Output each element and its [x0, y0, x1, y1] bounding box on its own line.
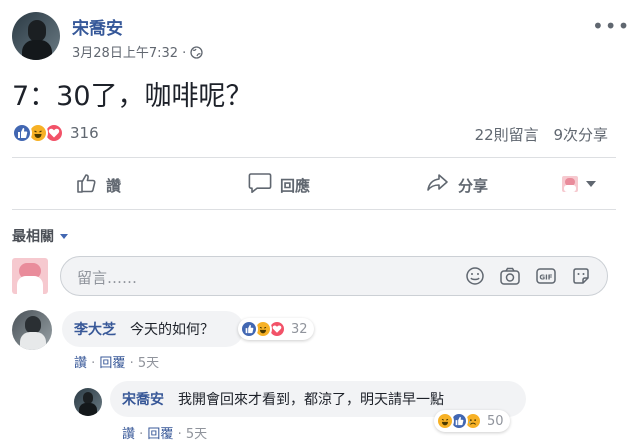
comment-button-label: 回應 — [280, 176, 311, 195]
share-arrow-icon — [426, 172, 450, 198]
post-timestamp[interactable]: 3月28日上午7:32 · — [72, 46, 190, 61]
reply-reactions[interactable]: 50 — [434, 410, 510, 432]
like-reaction-icon — [12, 123, 32, 143]
commenter-avatar[interactable] — [12, 310, 52, 350]
comment-input[interactable]: 留言…… GIF — [60, 256, 608, 296]
emoji-icon[interactable] — [465, 266, 485, 290]
share-count[interactable]: 9次分享 — [553, 126, 608, 144]
comment-text: 今天的如何？ — [130, 322, 214, 338]
post-timestamp-row: 3月28日上午7:32 · — [72, 42, 204, 63]
post-text: 7：30了，咖啡呢？ — [12, 81, 253, 112]
comment-sort-dropdown[interactable]: 最相關 — [12, 226, 68, 246]
reply-meta-dot: · — [177, 427, 186, 442]
like-reaction-icon — [240, 320, 258, 338]
like-button[interactable]: 讚 — [76, 172, 121, 198]
reply-author-avatar[interactable] — [74, 388, 102, 416]
comment-bubble: 李大芝 今天的如何？ — [62, 311, 244, 347]
reaction-count: 316 — [70, 124, 99, 142]
comment-reactions[interactable]: 32 — [238, 318, 314, 340]
viewer-avatar — [12, 258, 48, 294]
reply-author[interactable]: 宋喬安 — [122, 389, 164, 409]
reply-like-link[interactable]: 讚 — [122, 427, 135, 442]
comment-time[interactable]: 5天 — [138, 356, 159, 371]
page-selector[interactable] — [562, 176, 596, 192]
reaction-summary[interactable]: 316 — [12, 122, 99, 144]
share-button-label: 分享 — [458, 176, 489, 195]
gif-icon[interactable]: GIF — [535, 266, 557, 290]
reply-reply-link[interactable]: 回覆 — [147, 427, 173, 442]
post-author-name[interactable]: 宋喬安 — [72, 14, 123, 39]
svg-text:GIF: GIF — [539, 274, 552, 282]
reply-text: 我開會回來才看到，都涼了，明天請早一點 — [178, 392, 444, 408]
comment-meta-dot: · — [129, 356, 138, 371]
more-options-icon[interactable]: ••• — [592, 14, 628, 38]
reply-meta: 讚 · 回覆 · 5天 — [122, 423, 207, 442]
share-button[interactable]: 分享 — [426, 172, 488, 198]
comment-like-link[interactable]: 讚 — [74, 356, 87, 371]
reply-reaction-count: 50 — [487, 413, 504, 429]
haha-reaction-icon — [436, 412, 454, 430]
reply-time[interactable]: 5天 — [186, 427, 207, 442]
actions-divider — [12, 209, 616, 210]
page-avatar-icon — [562, 176, 578, 192]
comment-input-placeholder: 留言…… — [77, 269, 138, 287]
comment-reply-link[interactable]: 回覆 — [99, 356, 125, 371]
comment-meta: 讚 · 回覆 · 5天 — [74, 352, 159, 371]
sticker-icon[interactable] — [571, 266, 591, 290]
camera-icon[interactable] — [499, 266, 521, 290]
like-button-label: 讚 — [106, 176, 122, 195]
author-avatar[interactable] — [12, 12, 60, 60]
comment-count[interactable]: 22則留言 — [475, 126, 539, 144]
post-stats-right: 22則留言 9次分享 — [475, 124, 608, 145]
comment-reaction-count: 32 — [291, 321, 308, 337]
stats-divider — [12, 157, 616, 158]
chevron-down-icon — [586, 181, 596, 187]
comment-author[interactable]: 李大芝 — [74, 319, 116, 339]
sort-chevron-icon — [60, 233, 68, 239]
globe-icon — [190, 46, 204, 63]
thumbs-up-icon — [76, 172, 98, 198]
speech-bubble-icon — [248, 172, 272, 198]
comment-button[interactable]: 回應 — [248, 172, 310, 198]
sort-label: 最相關 — [12, 229, 54, 245]
